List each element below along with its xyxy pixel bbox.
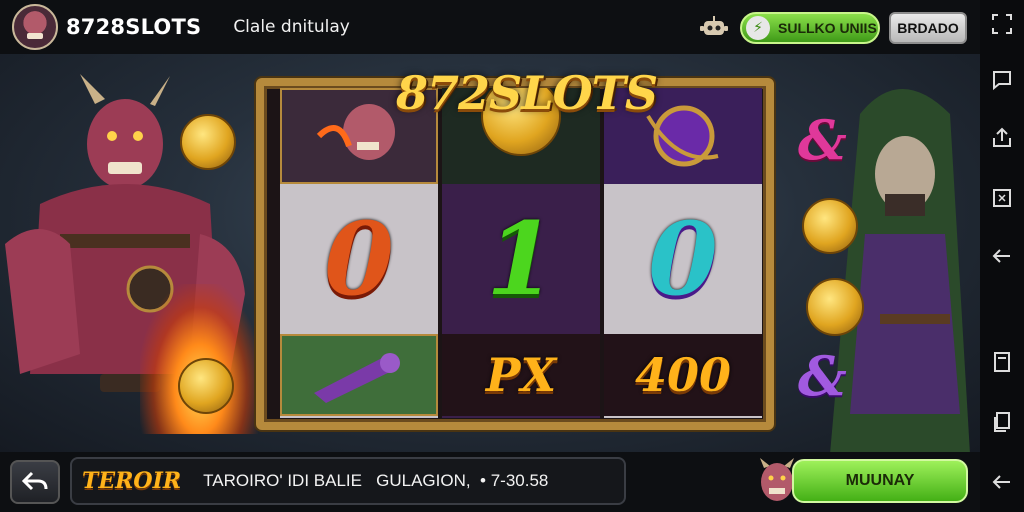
news-ticker: TEROIR TAROIRO' IDI BALIE GULAGION, • 7-… — [70, 457, 626, 505]
pink-x-symbol: & — [798, 108, 847, 172]
player-avatar[interactable] — [12, 4, 58, 50]
demon-portrait-icon — [316, 104, 395, 160]
reel-3-bottom-symbol: 400 — [604, 334, 762, 416]
reel-3[interactable]: 0 400 — [604, 88, 762, 418]
expand-icon[interactable] — [990, 12, 1014, 36]
reel-2-middle-symbol: 1 — [486, 200, 556, 318]
account-button[interactable]: BRDADO — [889, 12, 967, 44]
top-bar: 8728SLOTS Clale dnitulay ⚡ SULLKO UNIIS … — [0, 0, 980, 54]
robot-icon[interactable] — [700, 15, 728, 39]
gold-coin-icon — [806, 278, 864, 336]
system-sidebar — [980, 0, 1024, 512]
purple-club-icon — [314, 353, 400, 403]
brand-title: 8728SLOTS — [66, 15, 202, 39]
gold-coin-icon — [802, 198, 858, 254]
reel-2-bottom-symbol: PX — [442, 334, 600, 416]
undo-icon[interactable] — [990, 470, 1014, 494]
message-icon[interactable] — [990, 68, 1014, 92]
copy-icon[interactable] — [990, 410, 1014, 434]
header-subtitle: Clale dnitulay — [233, 17, 350, 37]
purple-x-symbol: & — [798, 344, 847, 408]
reel-1-middle-symbol: 0 — [324, 200, 394, 318]
gold-coin-icon — [178, 358, 234, 414]
back-icon[interactable] — [990, 244, 1014, 268]
share-icon[interactable] — [990, 126, 1014, 150]
game-scene: & & 0 1 PX 0 400 872SLOTS — [0, 54, 980, 452]
game-logo: 872SLOTS — [396, 66, 658, 120]
balance-pill[interactable]: ⚡ SULLKO UNIIS — [740, 12, 880, 44]
play-button[interactable]: MUUNAY — [792, 459, 968, 503]
lightning-coin-icon: ⚡ — [746, 16, 770, 40]
tab-icon[interactable] — [990, 350, 1014, 374]
reel-3-middle-symbol: 0 — [648, 200, 718, 318]
crop-icon[interactable] — [990, 186, 1014, 210]
back-button[interactable] — [10, 460, 60, 504]
reel-2[interactable]: 1 PX — [442, 88, 600, 418]
undo-arrow-icon — [22, 471, 48, 491]
ticker-message: TAROIRO' IDI BALIE GULAGION, • 7-30.58 — [203, 471, 549, 490]
slot-machine: 0 1 PX 0 400 872SLOTS — [256, 66, 774, 452]
balance-label: SULLKO UNIIS — [778, 20, 877, 36]
gold-coin-icon — [180, 114, 236, 170]
reel-1-bottom-symbol — [280, 334, 438, 416]
reel-1[interactable]: 0 — [280, 88, 438, 418]
bottom-bar: TEROIR TAROIRO' IDI BALIE GULAGION, • 7-… — [0, 452, 980, 512]
ticker-tag: TEROIR — [82, 468, 182, 494]
